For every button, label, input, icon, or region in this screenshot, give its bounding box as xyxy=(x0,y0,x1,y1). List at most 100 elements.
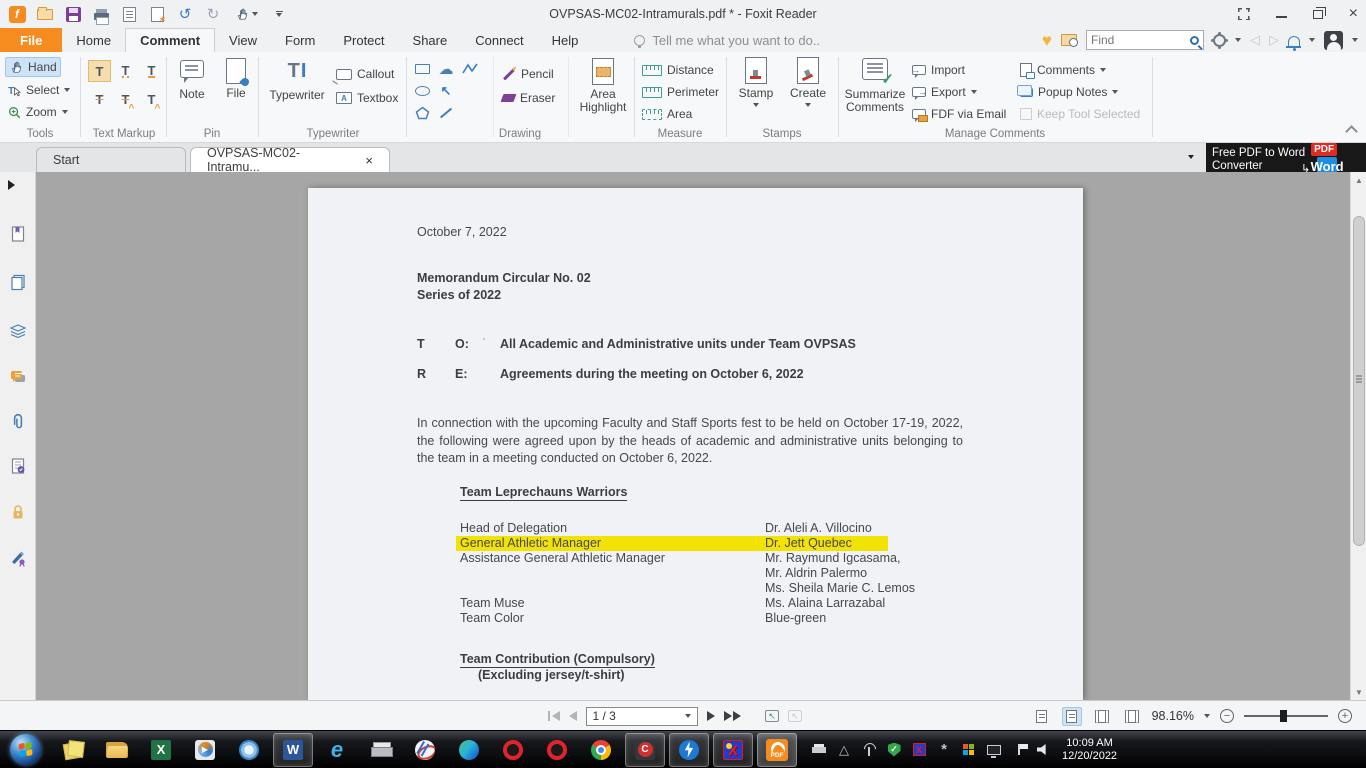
search-folder-icon[interactable] xyxy=(1061,34,1077,46)
like-icon[interactable]: ♥ xyxy=(1042,32,1052,49)
taskbar-clock[interactable]: 10:09 AM 12/20/2022 xyxy=(1062,737,1117,763)
search-icon[interactable] xyxy=(1190,36,1199,45)
close-tab-icon[interactable]: × xyxy=(365,153,373,168)
tray-hotspot-icon[interactable] xyxy=(861,742,877,758)
import-comments-button[interactable]: Import xyxy=(912,60,965,80)
tab-protect[interactable]: Protect xyxy=(329,28,398,52)
zoom-dropdown-icon[interactable] xyxy=(1204,714,1210,718)
tray-triangle-icon[interactable]: △ xyxy=(836,742,852,758)
chevron-down-icon[interactable] xyxy=(1235,38,1241,42)
touch-mode-button[interactable] xyxy=(231,4,261,24)
save-button[interactable] xyxy=(63,4,83,24)
polyline-tool-button[interactable] xyxy=(460,60,480,78)
taskbar-sticky-notes[interactable] xyxy=(53,733,93,767)
tab-connect[interactable]: Connect xyxy=(461,28,537,52)
create-stamp-button[interactable]: Create xyxy=(784,57,832,107)
polygon-tool-button[interactable] xyxy=(412,104,432,122)
scrollbar-thumb[interactable] xyxy=(1353,216,1365,546)
taskbar-opera-2[interactable] xyxy=(537,733,577,767)
start-button[interactable] xyxy=(10,734,41,765)
tab-help[interactable]: Help xyxy=(538,28,593,52)
taskbar-snipping-tool[interactable] xyxy=(405,733,445,767)
layers-panel-button[interactable] xyxy=(8,320,28,340)
pdf-page[interactable]: October 7, 2022 Memorandum Circular No. … xyxy=(308,188,1083,700)
keep-tool-selected-checkbox[interactable]: Keep Tool Selected xyxy=(1020,104,1140,124)
previous-view-button[interactable]: ↖ xyxy=(765,710,779,722)
user-avatar[interactable] xyxy=(1324,31,1343,50)
rectangle-tool-button[interactable] xyxy=(412,60,432,78)
tray-volume-icon[interactable] xyxy=(1036,742,1052,758)
minimize-button[interactable] xyxy=(1276,16,1287,18)
continuous-view-button[interactable] xyxy=(1062,707,1082,726)
forward-arrow-icon[interactable]: ▷ xyxy=(1269,32,1279,48)
tab-comment[interactable]: Comment xyxy=(125,28,215,52)
stamp-button[interactable]: Stamp xyxy=(732,57,780,107)
sign-panel-button[interactable] xyxy=(8,548,28,568)
zoom-out-button[interactable]: − xyxy=(1220,709,1234,723)
taskbar-foxit-reader[interactable]: PDF xyxy=(757,733,797,767)
expand-panel-icon[interactable] xyxy=(8,180,15,190)
next-page-button[interactable] xyxy=(707,711,715,721)
tab-home[interactable]: Home xyxy=(62,28,125,52)
area-highlight-button[interactable]: Area Highlight xyxy=(574,58,632,114)
taskbar-edge[interactable] xyxy=(449,733,489,767)
scroll-down-icon[interactable]: ▼ xyxy=(1351,684,1366,700)
taskbar-internet-explorer[interactable]: e xyxy=(317,733,357,767)
create-pdf-button[interactable] xyxy=(147,4,167,24)
tab-start[interactable]: Start xyxy=(36,147,186,172)
fullscreen-button[interactable] xyxy=(1238,8,1250,20)
fdf-via-email-button[interactable]: FDF via Email xyxy=(912,104,1006,124)
tab-document[interactable]: OVPSAS-MC02-Intramu... × xyxy=(190,147,390,172)
distance-button[interactable]: Distance xyxy=(642,60,714,80)
export-comments-button[interactable]: Export xyxy=(912,82,977,102)
comments-panel-button[interactable]: Comments xyxy=(1020,60,1106,80)
tab-share[interactable]: Share xyxy=(399,28,462,52)
area-button[interactable]: Area xyxy=(642,104,692,124)
zoom-tool-button[interactable]: Zoom xyxy=(8,102,68,122)
page-number-box[interactable]: 1 / 3 xyxy=(586,707,698,726)
tray-printer-icon[interactable] xyxy=(811,742,827,758)
vertical-scrollbar[interactable]: ▲ ▼ xyxy=(1350,172,1366,700)
strikeout-text-button[interactable]: T xyxy=(88,88,111,110)
redo-button[interactable]: ↻ xyxy=(203,4,223,24)
print-button[interactable] xyxy=(91,4,111,24)
textbox-button[interactable]: A Textbox xyxy=(336,88,398,108)
oval-tool-button[interactable] xyxy=(412,82,432,100)
first-page-button[interactable] xyxy=(548,711,560,721)
digital-signatures-panel-button[interactable] xyxy=(8,456,28,476)
eraser-button[interactable]: Eraser xyxy=(502,88,555,108)
bookmarks-panel-button[interactable] xyxy=(8,224,28,244)
summarize-comments-button[interactable]: Summarize Comments xyxy=(844,58,906,114)
line-tool-button[interactable] xyxy=(436,104,456,122)
tab-form[interactable]: Form xyxy=(271,28,329,52)
popup-notes-button[interactable]: Popup Notes xyxy=(1020,82,1118,102)
collapse-ribbon-button[interactable] xyxy=(1345,125,1358,138)
single-page-view-button[interactable] xyxy=(1032,707,1052,726)
tray-red-x-app-icon[interactable]: X xyxy=(911,742,927,758)
close-button[interactable]: × xyxy=(1349,7,1358,21)
file-attachment-button[interactable]: File xyxy=(216,58,256,100)
zoom-in-button[interactable]: + xyxy=(1338,709,1352,723)
taskbar-chrome[interactable] xyxy=(581,733,621,767)
hand-tool-button[interactable]: Hand xyxy=(5,57,61,77)
zoom-slider-handle[interactable] xyxy=(1280,710,1287,722)
select-tool-button[interactable]: T Select xyxy=(8,80,70,100)
continuous-facing-view-button[interactable] xyxy=(1122,707,1142,726)
taskbar-chromium[interactable] xyxy=(229,733,269,767)
insert-text-button[interactable]: T xyxy=(140,88,163,110)
cloud-tool-button[interactable]: ☁ xyxy=(436,60,456,78)
taskbar-lightning-app[interactable] xyxy=(669,733,709,767)
scroll-up-icon[interactable]: ▲ xyxy=(1351,172,1366,188)
attachments-panel-button[interactable] xyxy=(8,412,28,432)
taskbar-opera-1[interactable] xyxy=(493,733,533,767)
pages-panel-button[interactable] xyxy=(8,272,28,292)
previous-page-button[interactable] xyxy=(569,711,577,721)
facing-view-button[interactable] xyxy=(1092,707,1112,726)
pencil-button[interactable]: Pencil xyxy=(502,64,554,84)
app-logo-icon[interactable]: f xyxy=(7,4,27,24)
next-view-button[interactable]: ↖ xyxy=(788,710,802,722)
underline-text-button[interactable]: T xyxy=(140,60,163,82)
taskbar-windows-explorer[interactable] xyxy=(97,733,137,767)
tab-list-dropdown-icon[interactable] xyxy=(1188,155,1194,159)
callout-button[interactable]: Callout xyxy=(336,64,394,84)
